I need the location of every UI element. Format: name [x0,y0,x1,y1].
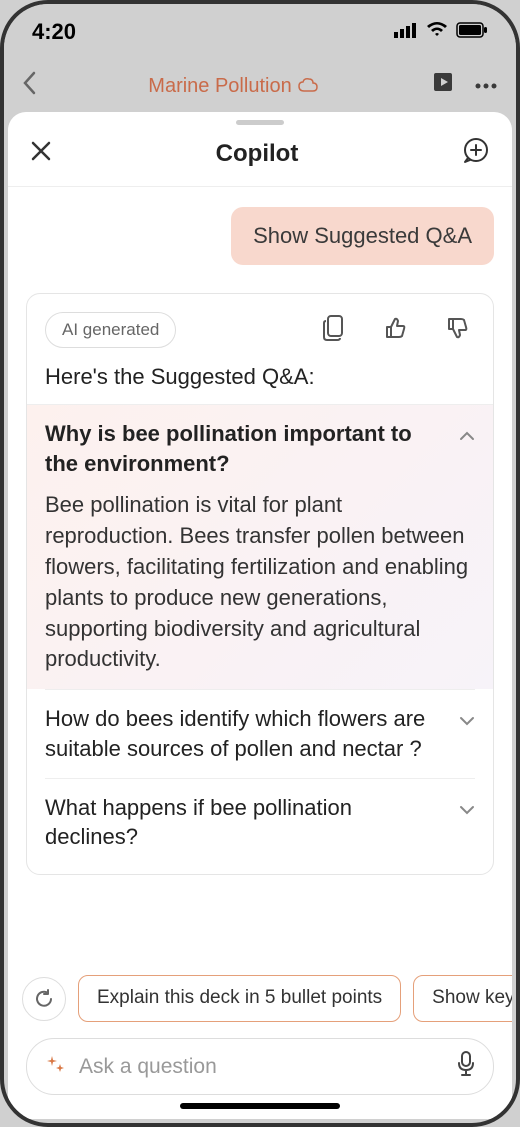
copilot-sheet: Copilot Show Suggested Q&A AI generated [8,112,512,1119]
ai-generated-chip: AI generated [45,312,176,348]
thumbs-up-icon[interactable] [383,316,407,345]
qa-question-text: What happens if bee pollination declines… [45,793,447,852]
ask-input[interactable] [79,1055,443,1079]
feedback-icons [323,315,469,346]
chevron-down-icon [459,710,475,731]
document-title[interactable]: Marine Pollution [148,75,317,98]
sparkle-icon [45,1054,65,1079]
qa-item-collapsed: How do bees identify which flowers are s… [45,689,475,777]
ai-response-card: AI generated Here's the Suggested Q&A [26,293,494,875]
cloud-icon [298,75,318,98]
qa-question-text: Why is bee pollination important to the … [45,419,447,478]
response-intro: Here's the Suggested Q&A: [45,364,475,390]
suggestions-bar[interactable]: Explain this deck in 5 bullet points Sho… [8,961,512,1032]
present-icon[interactable] [430,71,456,102]
status-time: 4:20 [32,19,76,45]
copy-icon[interactable] [323,315,345,346]
wifi-icon [426,22,448,43]
new-chat-button[interactable] [462,137,490,170]
sheet-header: Copilot [8,127,512,187]
battery-icon [456,22,488,43]
back-button[interactable] [22,70,36,102]
home-indicator[interactable] [180,1103,340,1109]
app-header: Marine Pollution [4,60,516,112]
document-title-text: Marine Pollution [148,75,291,98]
suggestion-chip[interactable]: Show key slides [413,975,512,1022]
qa-question-text: How do bees identify which flowers are s… [45,704,447,763]
close-button[interactable] [30,140,52,168]
qa-answer-text: Bee pollination is vital for plant repro… [45,490,475,675]
status-bar: 4:20 [4,4,516,60]
chevron-down-icon [459,799,475,820]
cellular-icon [394,22,418,43]
ask-input-container[interactable] [26,1038,494,1095]
refresh-suggestions-button[interactable] [22,977,66,1021]
microphone-icon[interactable] [457,1051,475,1082]
qa-question-row[interactable]: Why is bee pollination important to the … [45,419,475,478]
qa-item-expanded: Why is bee pollination important to the … [27,404,493,689]
more-icon[interactable] [474,77,498,95]
suggestion-chip[interactable]: Explain this deck in 5 bullet points [78,975,401,1022]
chat-body[interactable]: Show Suggested Q&A AI generated [8,187,512,961]
thumbs-down-icon[interactable] [445,316,469,345]
qa-question-row[interactable]: How do bees identify which flowers are s… [45,704,475,763]
sheet-handle[interactable] [236,120,284,125]
status-icons [394,22,488,43]
sheet-title: Copilot [216,140,299,168]
user-message: Show Suggested Q&A [231,207,494,265]
chevron-up-icon [459,425,475,446]
qa-question-row[interactable]: What happens if bee pollination declines… [45,793,475,852]
card-header: AI generated [45,312,475,348]
device-frame: 4:20 Marine Pollution [0,0,520,1127]
app-actions [430,71,498,102]
qa-item-collapsed: What happens if bee pollination declines… [45,778,475,866]
